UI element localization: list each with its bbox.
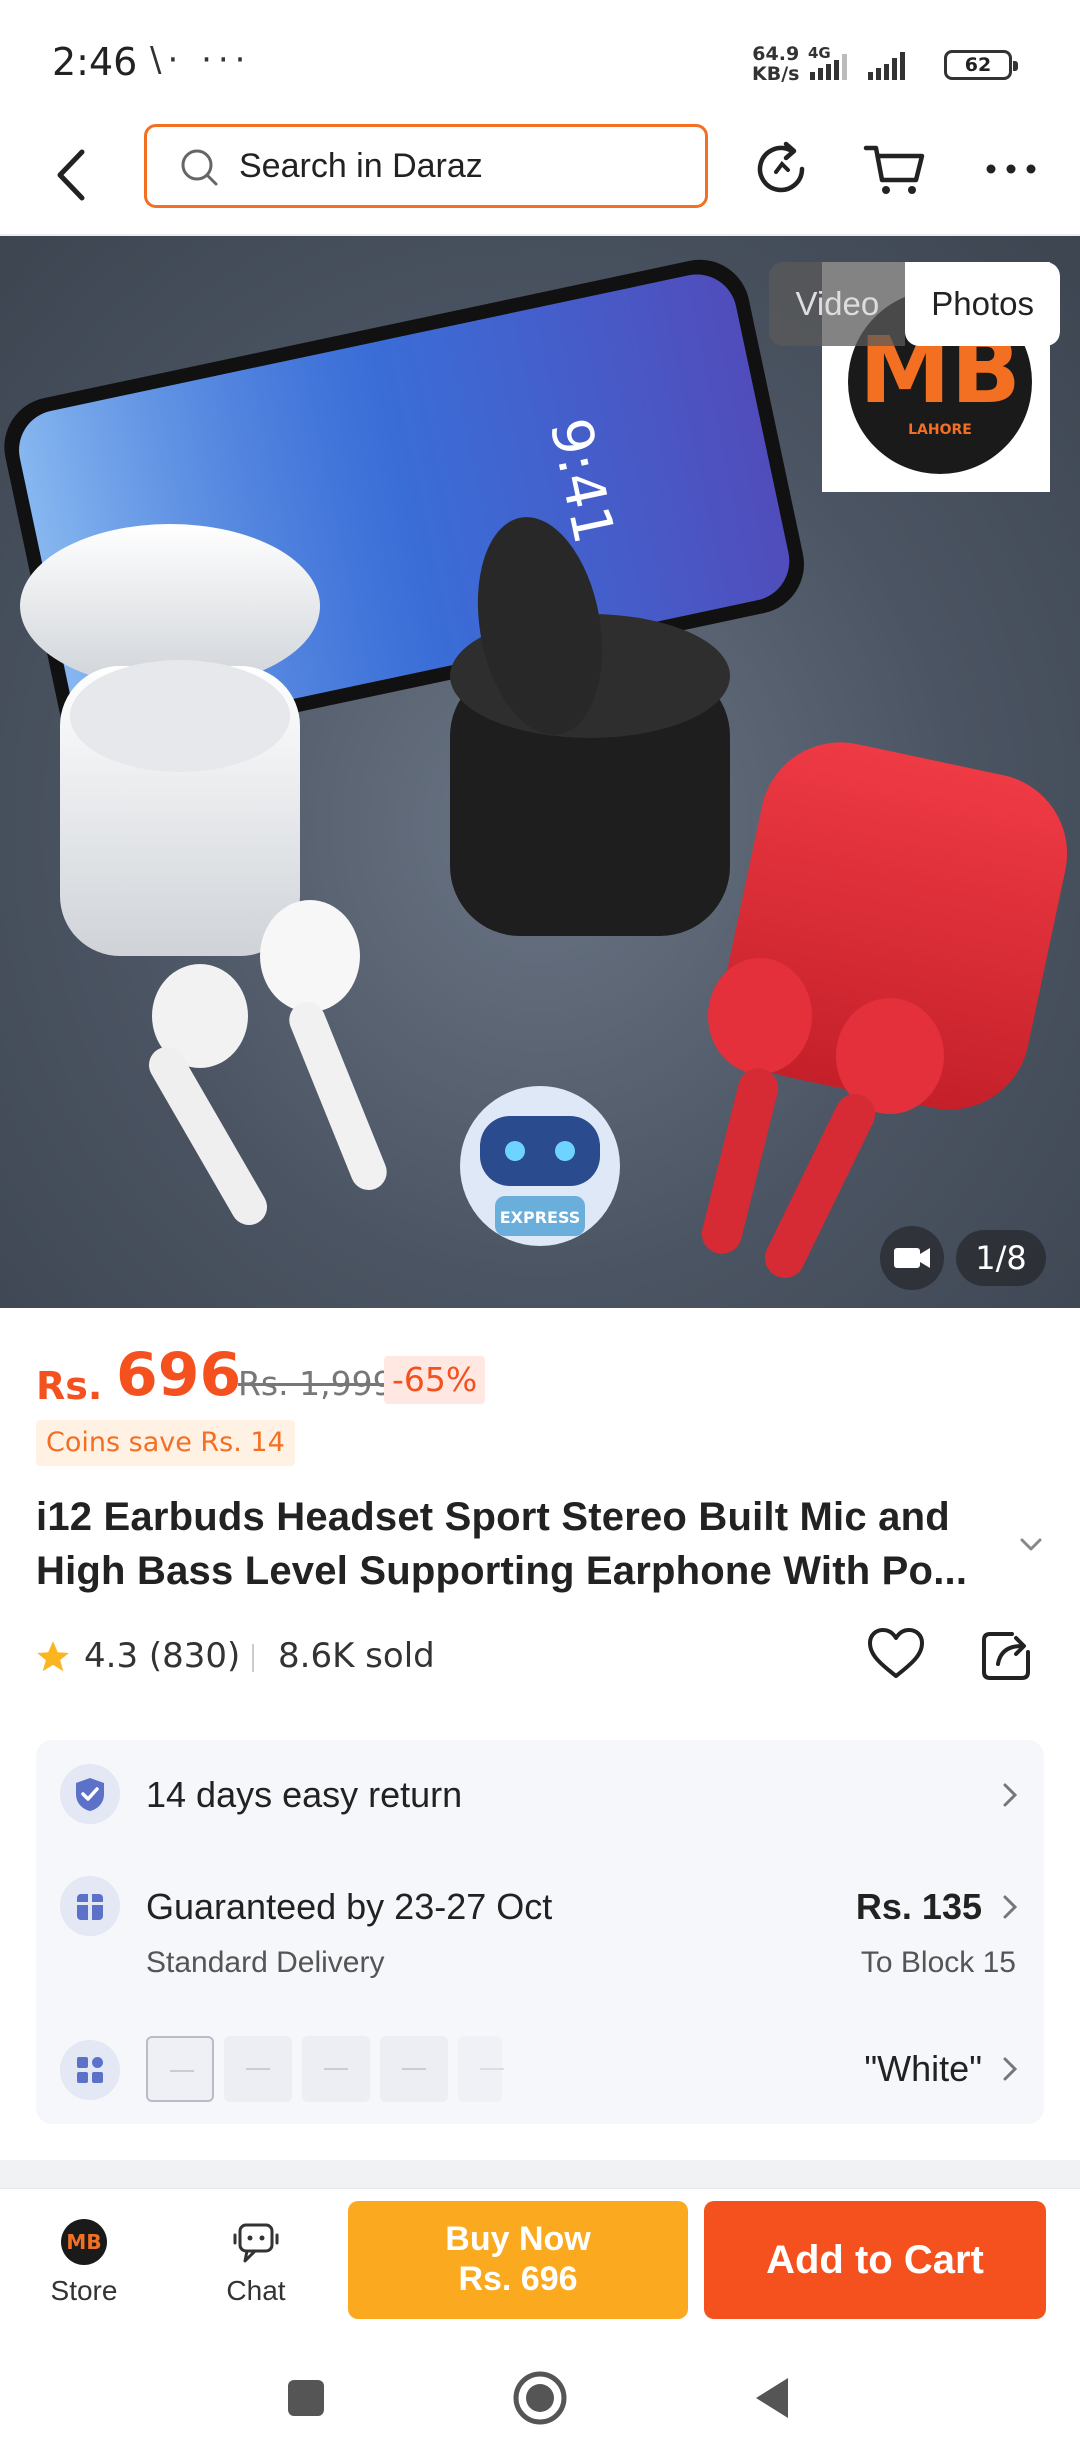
delivery-type: Standard Delivery — [146, 1946, 385, 1979]
back-arrow-icon[interactable] — [40, 140, 110, 210]
network-type: 4G — [808, 46, 831, 62]
variant-swatch[interactable] — [458, 2036, 504, 2102]
store-label: Store — [50, 2275, 118, 2306]
image-counter: 1/8 — [956, 1230, 1046, 1286]
net-speed-unit: KB/s — [752, 63, 800, 85]
shield-check-icon — [60, 1764, 120, 1824]
divider — [252, 1644, 254, 1672]
bottom-action-bar: MB Store Chat Buy Now Rs. 696 Add to Car… — [0, 2188, 1080, 2338]
chevron-right-icon — [1003, 2057, 1018, 2081]
mascot-text: EXPRESS — [500, 1208, 581, 1227]
chat-icon — [233, 2223, 279, 2263]
chat-button[interactable]: Chat — [196, 2217, 316, 2307]
gift-box-icon — [60, 1876, 120, 1936]
system-nav-bar — [0, 2338, 1080, 2460]
top-nav: Search in Daraz — [0, 120, 1080, 236]
delivery-location: To Block 15 — [860, 1946, 1016, 1979]
buy-now-button[interactable]: Buy Now Rs. 696 — [348, 2201, 688, 2319]
store-logo-sub: LAHORE — [908, 422, 972, 438]
refresh-icon[interactable] — [746, 134, 816, 204]
store-logo-mini-text: MB — [66, 2230, 101, 2254]
grid-icon — [60, 2040, 120, 2100]
add-to-cart-button[interactable]: Add to Cart — [704, 2201, 1046, 2319]
discount-badge: -65% — [384, 1356, 486, 1404]
rating-text: 4.3 (830) — [84, 1636, 241, 1676]
more-icon[interactable] — [976, 134, 1046, 204]
variant-swatch[interactable] — [146, 2036, 214, 2102]
cart-icon[interactable] — [860, 134, 930, 204]
coins-badge: Coins save Rs. 14 — [36, 1420, 295, 1466]
variant-selected: "White" — [864, 2048, 982, 2089]
delivery-fee: Rs. 135 — [855, 1886, 982, 1927]
return-text: 14 days easy return — [146, 1774, 463, 1815]
share-icon[interactable] — [974, 1622, 1038, 1686]
net-speed-value: 64.9 — [752, 43, 800, 65]
store-button[interactable]: MB Store — [24, 2217, 144, 2307]
tab-photos[interactable]: Photos — [905, 262, 1060, 346]
chevron-right-icon — [1003, 1895, 1018, 1919]
price-currency: Rs. — [36, 1364, 103, 1408]
buy-now-price: Rs. 696 — [458, 2260, 578, 2298]
battery-icon: 62 — [944, 50, 1018, 80]
section-divider — [0, 2160, 1080, 2188]
video-camera-icon[interactable] — [880, 1226, 944, 1290]
product-title[interactable]: i12 Earbuds Headset Sport Stereo Built M… — [36, 1490, 1016, 1598]
signal-icon: 4G — [808, 46, 905, 80]
status-bar: 2:46 \· ··· 64.9 KB/s 4G 62 — [0, 0, 1080, 120]
variant-swatch[interactable] — [224, 2036, 292, 2102]
status-time: 2:46 — [52, 40, 138, 84]
sold-count: 8.6K sold — [278, 1636, 435, 1676]
original-price: Rs. 1,999 — [238, 1364, 394, 1403]
search-input[interactable]: Search in Daraz — [144, 124, 708, 208]
store-logo-icon: MB — [61, 2219, 107, 2265]
product-image-gallery[interactable]: 9:41 EXPRESS MB LAHORE Video Photos 1/8 — [0, 236, 1080, 1308]
tab-video[interactable]: Video — [769, 262, 906, 346]
notification-icons: \· ··· — [150, 40, 252, 80]
net-speed: 64.9 KB/s — [752, 44, 799, 84]
variant-swatch[interactable] — [380, 2036, 448, 2102]
media-toggle: Video Photos — [769, 262, 1060, 346]
price-row: Rs. 696 Rs. 1,999 -65% — [36, 1340, 1036, 1410]
chevron-right-icon — [1003, 1783, 1018, 1807]
chevron-down-icon[interactable] — [1016, 1530, 1046, 1560]
heart-icon[interactable] — [864, 1622, 928, 1686]
price-value: 696 — [116, 1340, 242, 1410]
search-placeholder: Search in Daraz — [239, 147, 483, 185]
buy-now-label: Buy Now — [445, 2220, 591, 2258]
home-icon[interactable] — [510, 2368, 570, 2428]
delivery-date: Guaranteed by 23-27 Oct — [146, 1886, 553, 1927]
search-icon — [181, 149, 218, 186]
chat-label: Chat — [226, 2275, 286, 2306]
variant-swatch[interactable] — [302, 2036, 370, 2102]
recents-icon[interactable] — [276, 2368, 336, 2428]
rating-row[interactable]: 4.3 (830) 8.6K sold — [34, 1628, 1034, 1684]
info-card: 14 days easy return Guaranteed by 23-27 … — [36, 1740, 1044, 2124]
back-icon[interactable] — [744, 2368, 804, 2428]
star-icon — [37, 1641, 69, 1672]
